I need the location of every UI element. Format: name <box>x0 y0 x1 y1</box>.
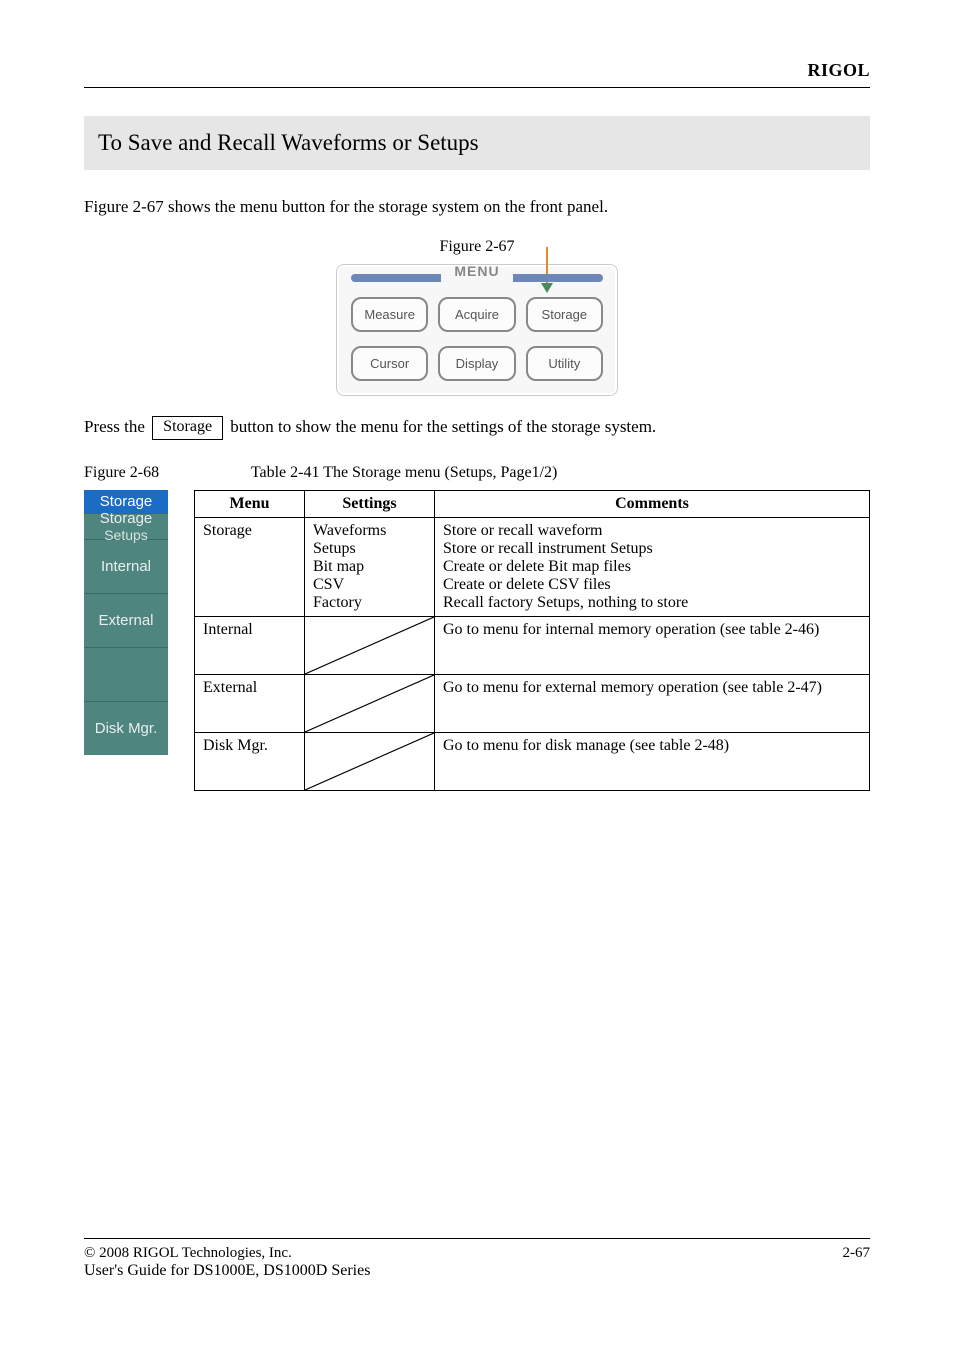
cell-diag <box>305 675 435 733</box>
cell-comments-internal: Go to menu for internal memory operation… <box>435 617 870 675</box>
menu-panel: MENU Measure Acquire Storage Cursor Disp… <box>336 264 618 396</box>
comment-item: Create or delete Bit map files <box>443 558 861 576</box>
setting-item: Factory <box>313 594 426 612</box>
table-caption-prefix: Figure 2-68 <box>84 464 159 481</box>
softmenu-item-external[interactable]: External <box>84 593 168 647</box>
rule-top <box>84 87 870 88</box>
setting-item: Bit map <box>313 558 426 576</box>
acquire-button[interactable]: Acquire <box>438 297 515 332</box>
softmenu-item-storage[interactable]: Storage Setups <box>84 513 168 539</box>
utility-button[interactable]: Utility <box>526 346 603 381</box>
setting-item: Waveforms <box>313 522 426 540</box>
softmenu-item-empty <box>84 647 168 701</box>
softmenu-label: Disk Mgr. <box>84 720 168 737</box>
cell-menu-internal: Internal <box>195 617 305 675</box>
softmenu-sublabel: Setups <box>84 527 168 543</box>
comment-item: Create or delete CSV files <box>443 576 861 594</box>
comment-item: Store or recall waveform <box>443 522 861 540</box>
diagonal-line-icon <box>305 617 434 674</box>
table-row: Storage Waveforms Setups Bit map CSV Fac… <box>195 518 870 617</box>
comment-item: Recall factory Setups, nothing to store <box>443 594 861 612</box>
storage-button[interactable]: Storage <box>526 297 603 332</box>
cell-diag <box>305 733 435 791</box>
intro-paragraph: Figure 2-67 shows the menu button for th… <box>84 194 870 220</box>
softmenu-label: Internal <box>84 558 168 575</box>
table-caption: Figure 2-68 Table 2-41 The Storage menu … <box>84 464 870 482</box>
table-caption-main: Table 2-41 The Storage menu (Setups, Pag… <box>251 464 558 481</box>
cursor-button[interactable]: Cursor <box>351 346 428 381</box>
setting-item: Setups <box>313 540 426 558</box>
measure-button[interactable]: Measure <box>351 297 428 332</box>
softmenu-item-internal[interactable]: Internal <box>84 539 168 593</box>
softmenu-label: External <box>84 612 168 629</box>
table-row: External Go to menu for external memory … <box>195 675 870 733</box>
section-banner: To Save and Recall Waveforms or Setups <box>84 116 870 170</box>
rule-bottom <box>84 1238 870 1239</box>
figure-label: Figure 2-67 <box>84 238 870 256</box>
cell-comments-disk: Go to menu for disk manage (see table 2-… <box>435 733 870 791</box>
page-footer: © 2008 RIGOL Technologies, Inc. 2-67 Use… <box>84 1238 870 1280</box>
storage-menu-table: Menu Settings Comments Storage Waveforms… <box>194 490 870 791</box>
diagonal-line-icon <box>305 675 434 732</box>
footer-guide: User's Guide for DS1000E, DS1000D Series <box>84 1262 870 1280</box>
th-comments: Comments <box>435 491 870 518</box>
footer-page: 2-67 <box>843 1245 871 1262</box>
table-row: Internal Go to menu for internal memory … <box>195 617 870 675</box>
diagonal-line-icon <box>305 733 434 790</box>
cell-menu-disk: Disk Mgr. <box>195 733 305 791</box>
press-prefix: Press the <box>84 417 149 436</box>
press-suffix: button to show the menu for the settings… <box>230 417 656 436</box>
softmenu-item-diskmgr[interactable]: Disk Mgr. <box>84 701 168 755</box>
cell-menu-external: External <box>195 675 305 733</box>
softmenu-label: Storage <box>84 510 168 527</box>
inline-storage-button: Storage <box>152 416 223 440</box>
th-menu: Menu <box>195 491 305 518</box>
setting-item: CSV <box>313 576 426 594</box>
cell-diag <box>305 617 435 675</box>
menu-line-right <box>513 274 603 282</box>
cell-comments-storage: Store or recall waveform Store or recall… <box>435 518 870 617</box>
footer-copyright: © 2008 RIGOL Technologies, Inc. <box>84 1245 292 1262</box>
press-instruction: Press the Storage button to show the men… <box>84 416 870 440</box>
display-button[interactable]: Display <box>438 346 515 381</box>
table-header-row: Menu Settings Comments <box>195 491 870 518</box>
comment-item: Store or recall instrument Setups <box>443 540 861 558</box>
cell-settings-storage: Waveforms Setups Bit map CSV Factory <box>305 518 435 617</box>
cell-menu-storage: Storage <box>195 518 305 617</box>
cell-comments-external: Go to menu for external memory operation… <box>435 675 870 733</box>
th-settings: Settings <box>305 491 435 518</box>
table-row: Disk Mgr. Go to menu for disk manage (se… <box>195 733 870 791</box>
soft-menu: Storage Storage Setups Internal External… <box>84 490 168 755</box>
brand-header: RIGOL <box>84 60 870 81</box>
